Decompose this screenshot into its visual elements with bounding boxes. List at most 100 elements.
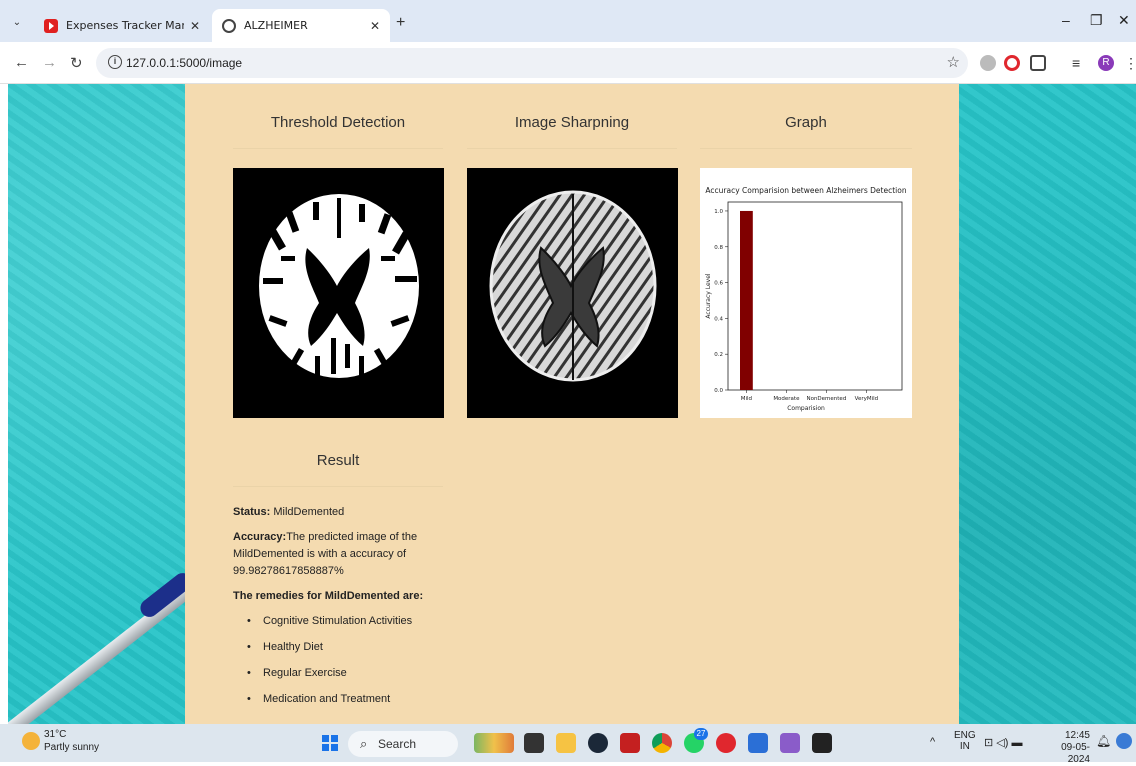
y-tick-label: 1.0 bbox=[714, 209, 723, 215]
remedies-heading-text: The remedies for MildDemented are: bbox=[233, 590, 424, 602]
address-bar[interactable]: i 127.0.0.1:5000/image ☆ bbox=[96, 48, 968, 78]
notification-bell-icon[interactable]: 🔔︎ bbox=[1096, 734, 1111, 748]
chrome-icon[interactable] bbox=[652, 733, 672, 753]
windows-start-icon[interactable] bbox=[322, 735, 338, 751]
taskbar: 31°C Partly sunny ⌕ Search 27 ^ ENG IN ⊡… bbox=[0, 724, 1136, 765]
clock-date: 09-05-2024 bbox=[1061, 742, 1090, 765]
page-viewport: Threshold Detection Image Sharpning Grap… bbox=[8, 84, 1136, 724]
remedies-list: Cognitive Stimulation Activities Healthy… bbox=[247, 613, 443, 708]
forward-icon[interactable]: → bbox=[42, 54, 57, 71]
y-tick-label: 0.8 bbox=[714, 245, 723, 251]
browser-toolbar: ← → ↻ i 127.0.0.1:5000/image ☆ ≡ R ⋮ bbox=[0, 42, 1136, 84]
network-volume-battery-icons[interactable]: ⊡ ◁) ▬ bbox=[984, 736, 1022, 749]
tab-close-icon[interactable]: ✕ bbox=[370, 19, 380, 33]
minimize-icon[interactable]: – bbox=[1062, 12, 1070, 28]
threshold-brain-image bbox=[233, 168, 444, 418]
x-axis-label: Comparision bbox=[787, 405, 825, 412]
visual-studio-icon[interactable] bbox=[780, 733, 800, 753]
lang-region: IN bbox=[959, 741, 970, 752]
heading-image-sharpening: Image Sharpning bbox=[514, 114, 630, 131]
language-indicator[interactable]: ENG IN bbox=[954, 730, 976, 752]
weather-desc: Partly sunny bbox=[44, 742, 100, 753]
menu-kebab-icon[interactable]: ⋮ bbox=[1124, 55, 1136, 71]
file-explorer-icon[interactable] bbox=[556, 733, 576, 753]
y-tick-label: 0.6 bbox=[714, 281, 723, 287]
x-axis-ticks: Mild Moderate NonDemented VeryMild bbox=[741, 390, 878, 402]
reading-list-icon[interactable]: ≡ bbox=[1072, 55, 1088, 71]
opera-taskbar-icon[interactable] bbox=[716, 733, 736, 753]
heading-graph: Graph bbox=[785, 114, 827, 131]
tab-alzheimer[interactable]: ALZHEIMER ✕ bbox=[212, 9, 390, 42]
tab-title: ALZHEIMER bbox=[244, 19, 308, 32]
restore-icon[interactable]: ❐ bbox=[1090, 12, 1103, 29]
extensions-puzzle-icon[interactable] bbox=[1030, 55, 1046, 71]
bars bbox=[740, 210, 753, 390]
y-axis-label: Accuracy Level bbox=[705, 273, 712, 318]
divider bbox=[700, 148, 912, 149]
site-info-icon[interactable]: i bbox=[108, 55, 122, 69]
back-icon[interactable]: ← bbox=[14, 54, 29, 71]
list-item: Cognitive Stimulation Activities bbox=[247, 613, 443, 630]
y-axis-ticks: 0.0 0.2 0.4 0.6 0.8 1.0 bbox=[714, 209, 728, 394]
terminal-icon[interactable] bbox=[812, 733, 832, 753]
y-tick-label: 0.0 bbox=[714, 388, 723, 394]
accuracy-label: Accuracy: bbox=[233, 531, 287, 543]
chart-title: Accuracy Comparision between Alzheimers … bbox=[705, 186, 906, 195]
status-line: Status: MildDemented bbox=[233, 504, 443, 521]
list-item: Healthy Diet bbox=[247, 639, 443, 656]
widgets-icon[interactable] bbox=[474, 733, 514, 753]
x-tick-label: VeryMild bbox=[855, 396, 879, 402]
sharpened-brain-image bbox=[467, 168, 678, 418]
status-value: MildDemented bbox=[270, 506, 345, 518]
tab-bar: ⌄ Expenses Tracker Management ✕ ALZHEIME… bbox=[0, 0, 1136, 42]
status-label: Status: bbox=[233, 506, 271, 518]
heading-result: Result bbox=[316, 452, 360, 469]
whatsapp-badge: 27 bbox=[694, 728, 708, 740]
accuracy-line: Accuracy:The predicted image of the Mild… bbox=[233, 529, 443, 580]
y-tick-label: 0.4 bbox=[714, 316, 723, 322]
divider bbox=[467, 148, 677, 149]
lang-code: ENG bbox=[954, 730, 976, 741]
heading-threshold-detection: Threshold Detection bbox=[270, 114, 406, 131]
x-tick-label: NonDemented bbox=[806, 396, 846, 402]
notepad-icon[interactable] bbox=[748, 733, 768, 753]
task-view-icon[interactable] bbox=[524, 733, 544, 753]
bar bbox=[740, 210, 753, 390]
extension-globe-icon[interactable] bbox=[980, 55, 996, 71]
content-panel: Threshold Detection Image Sharpning Grap… bbox=[185, 84, 959, 724]
remedies-heading: The remedies for MildDemented are: bbox=[233, 588, 443, 605]
list-item: Regular Exercise bbox=[247, 665, 443, 682]
youtube-icon bbox=[44, 18, 58, 33]
search-label: Search bbox=[378, 737, 417, 751]
bookmark-star-icon[interactable]: ☆ bbox=[947, 53, 960, 71]
clock[interactable]: 12:45 09-05-2024 bbox=[1040, 730, 1090, 766]
tab-search-chevron-icon[interactable]: ⌄ bbox=[8, 14, 26, 32]
tab-close-icon[interactable]: ✕ bbox=[190, 19, 200, 33]
tab-expenses[interactable]: Expenses Tracker Management ✕ bbox=[34, 9, 210, 42]
result-section: Status: MildDemented Accuracy:The predic… bbox=[233, 504, 443, 717]
accuracy-chart: Accuracy Comparision between Alzheimers … bbox=[700, 168, 912, 418]
search-icon: ⌕ bbox=[360, 736, 368, 751]
copilot-icon[interactable] bbox=[1116, 733, 1132, 749]
profile-avatar[interactable]: R bbox=[1098, 55, 1114, 71]
steam-icon[interactable] bbox=[588, 733, 608, 753]
reload-icon[interactable]: ↻ bbox=[70, 54, 83, 72]
taskbar-search[interactable]: ⌕ Search bbox=[348, 731, 458, 757]
new-tab-button[interactable]: + bbox=[396, 14, 405, 32]
app-red-icon[interactable] bbox=[620, 733, 640, 753]
close-window-icon[interactable]: ✕ bbox=[1118, 12, 1130, 29]
y-tick-label: 0.2 bbox=[714, 352, 723, 358]
globe-icon bbox=[222, 18, 236, 33]
x-tick-label: Mild bbox=[741, 396, 752, 402]
weather-temp: 31°C bbox=[44, 729, 67, 740]
plot-frame bbox=[727, 201, 903, 391]
show-hidden-icons-chevron-icon[interactable]: ^ bbox=[930, 736, 935, 748]
tab-title: Expenses Tracker Management bbox=[66, 19, 184, 32]
list-item: Medication and Treatment bbox=[247, 691, 443, 708]
divider bbox=[233, 486, 443, 487]
weather-sun-icon bbox=[22, 732, 40, 750]
clock-time: 12:45 bbox=[1064, 730, 1090, 741]
chart-svg: Accuracy Comparision between Alzheimers … bbox=[705, 186, 907, 412]
opera-icon[interactable] bbox=[1004, 55, 1020, 71]
x-tick-label: Moderate bbox=[773, 396, 800, 402]
